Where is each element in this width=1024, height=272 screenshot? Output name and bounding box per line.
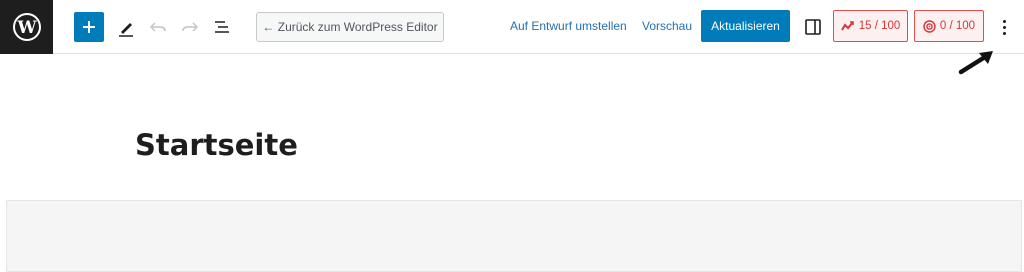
block-content-area[interactable] bbox=[6, 200, 1022, 272]
switch-to-draft-button[interactable]: Auf Entwurf umstellen bbox=[510, 19, 627, 33]
seo-score-button[interactable]: 15 / 100 bbox=[833, 10, 908, 42]
readability-score-value: 0 / 100 bbox=[939, 20, 976, 32]
wordpress-logo-icon[interactable]: W bbox=[0, 0, 53, 54]
pointer-arrow-icon bbox=[958, 51, 993, 75]
seo-score-value: 15 / 100 bbox=[858, 20, 901, 32]
page-title[interactable]: Startseite bbox=[135, 128, 298, 162]
trend-chart-icon bbox=[840, 21, 854, 31]
update-button[interactable]: Aktualisieren bbox=[701, 10, 790, 42]
plus-icon bbox=[83, 21, 95, 33]
readability-target-icon bbox=[923, 19, 936, 33]
pencil-icon[interactable] bbox=[114, 15, 138, 39]
editor-toolbar: W ← Zurück zum WordPress Editor Auf Entw… bbox=[0, 0, 1024, 54]
back-to-wordpress-editor-button[interactable]: ← Zurück zum WordPress Editor bbox=[256, 12, 444, 42]
sidebar-toggle-icon[interactable] bbox=[803, 17, 823, 37]
list-view-icon[interactable] bbox=[210, 15, 234, 39]
undo-icon[interactable] bbox=[146, 15, 170, 39]
add-block-button[interactable] bbox=[74, 12, 104, 42]
readability-score-button[interactable]: 0 / 100 bbox=[914, 10, 984, 42]
more-options-icon[interactable] bbox=[996, 15, 1012, 39]
preview-button[interactable]: Vorschau bbox=[642, 19, 692, 33]
redo-icon[interactable] bbox=[178, 15, 202, 39]
svg-text:W: W bbox=[16, 18, 37, 38]
